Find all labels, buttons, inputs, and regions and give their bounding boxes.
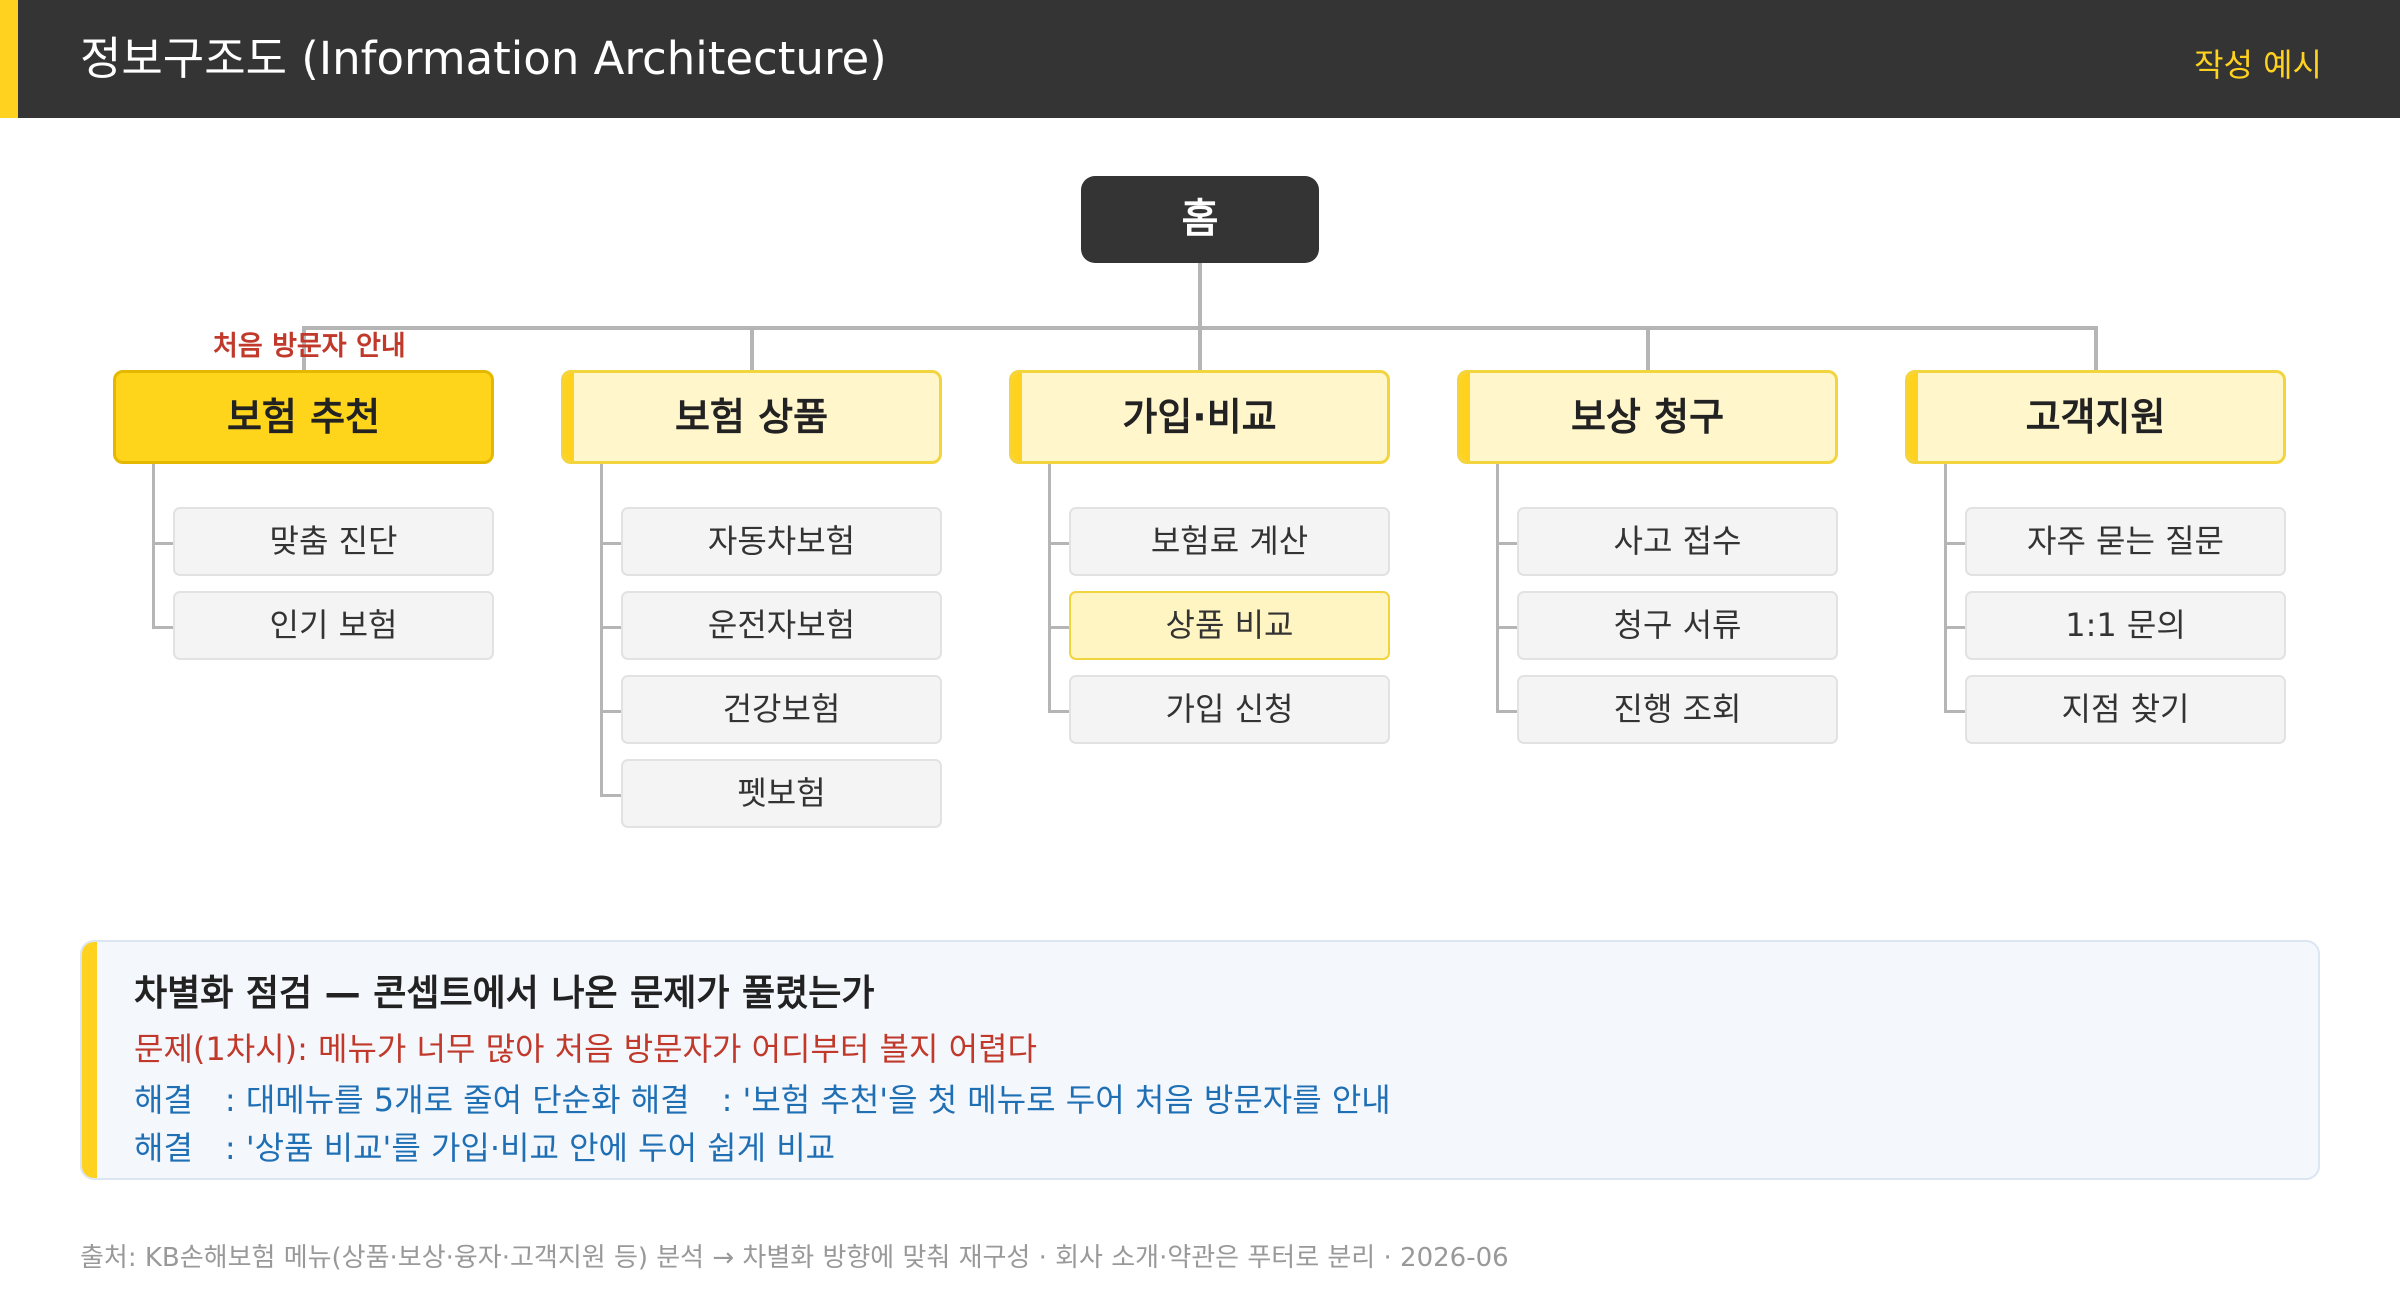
menu-item[interactable]: 1:1 문의 — [1965, 591, 2286, 660]
item-connector — [1048, 709, 1069, 713]
item-connector — [152, 625, 173, 629]
category-accent-bar — [1460, 373, 1470, 461]
item-connector — [1496, 709, 1517, 713]
category-label: 가입·비교 — [1122, 395, 1277, 439]
item-trunk-connector — [600, 464, 603, 796]
menu-item[interactable]: 운전자보험 — [621, 591, 942, 660]
item-connector — [600, 709, 621, 713]
category-note: 처음 방문자 안내 — [213, 331, 406, 362]
category-accent-bar — [564, 373, 574, 461]
menu-item[interactable]: 진행 조회 — [1517, 675, 1838, 744]
category-label: 보험 상품 — [674, 395, 829, 439]
category-connector — [2093, 326, 2098, 370]
item-connector — [600, 625, 621, 629]
item-connector — [1944, 709, 1965, 713]
menu-item[interactable]: 건강보험 — [621, 675, 942, 744]
category-label: 보상 청구 — [1570, 395, 1725, 439]
home-node[interactable]: 홈 — [1081, 176, 1319, 263]
check-solution: 해결 : 대메뉴를 5개로 줄여 단순화 해결 : '보험 추천'을 첫 메뉴로… — [134, 1081, 1391, 1119]
differentiation-check-panel: 차별화 점검 — 콘셉트에서 나온 문제가 풀렸는가 문제(1차시): 메뉴가 … — [80, 940, 2320, 1180]
item-connector — [600, 793, 621, 797]
item-trunk-connector — [1944, 464, 1947, 712]
category-node[interactable]: 보험 상품 — [561, 370, 942, 464]
item-connector — [1048, 541, 1069, 545]
menu-item[interactable]: 사고 접수 — [1517, 507, 1838, 576]
category-node[interactable]: 고객지원 — [1905, 370, 2286, 464]
category-label: 고객지원 — [2025, 395, 2166, 439]
menu-item[interactable]: 자동차보험 — [621, 507, 942, 576]
header-accent-bar — [0, 0, 18, 118]
menu-item[interactable]: 가입 신청 — [1069, 675, 1390, 744]
category-node[interactable]: 가입·비교 — [1009, 370, 1390, 464]
example-badge: 작성 예시 — [2194, 46, 2322, 84]
category-connector — [749, 326, 754, 370]
category-node[interactable]: 보험 추천 — [113, 370, 494, 464]
item-trunk-connector — [1048, 464, 1051, 712]
check-problem: 문제(1차시): 메뉴가 너무 많아 처음 방문자가 어디부터 볼지 어렵다 — [134, 1030, 1037, 1068]
check-title: 차별화 점검 — 콘셉트에서 나온 문제가 풀렸는가 — [134, 973, 875, 1014]
menu-item[interactable]: 펫보험 — [621, 759, 942, 828]
menu-item[interactable]: 자주 묻는 질문 — [1965, 507, 2286, 576]
check-accent-bar — [82, 942, 97, 1178]
header-bar: 정보구조도 (Information Architecture) 작성 예시 — [0, 0, 2400, 118]
category-label: 보험 추천 — [226, 395, 381, 439]
source-footer: 출처: KB손해보험 메뉴(상품·보상·융자·고객지원 등) 분석 → 차별화 … — [80, 1243, 1509, 1273]
item-connector — [152, 541, 173, 545]
item-connector — [1496, 541, 1517, 545]
category-node[interactable]: 보상 청구 — [1457, 370, 1838, 464]
category-accent-bar — [1012, 373, 1022, 461]
menu-item[interactable]: 지점 찾기 — [1965, 675, 2286, 744]
item-connector — [1944, 625, 1965, 629]
menu-item[interactable]: 상품 비교 — [1069, 591, 1390, 660]
item-trunk-connector — [152, 464, 155, 628]
item-connector — [1048, 625, 1069, 629]
menu-item[interactable]: 맞춤 진단 — [173, 507, 494, 576]
category-accent-bar — [1908, 373, 1918, 461]
page-title: 정보구조도 (Information Architecture) — [80, 32, 887, 85]
item-connector — [600, 541, 621, 545]
menu-item[interactable]: 보험료 계산 — [1069, 507, 1390, 576]
item-connector — [1944, 541, 1965, 545]
category-connector — [1645, 326, 1650, 370]
category-connector — [1197, 326, 1202, 370]
item-trunk-connector — [1496, 464, 1499, 712]
menu-item[interactable]: 인기 보험 — [173, 591, 494, 660]
check-solution: 해결 : '상품 비교'를 가입·비교 안에 두어 쉽게 비교 — [134, 1129, 836, 1167]
item-connector — [1496, 625, 1517, 629]
menu-item[interactable]: 청구 서류 — [1517, 591, 1838, 660]
root-connector — [1198, 263, 1202, 326]
